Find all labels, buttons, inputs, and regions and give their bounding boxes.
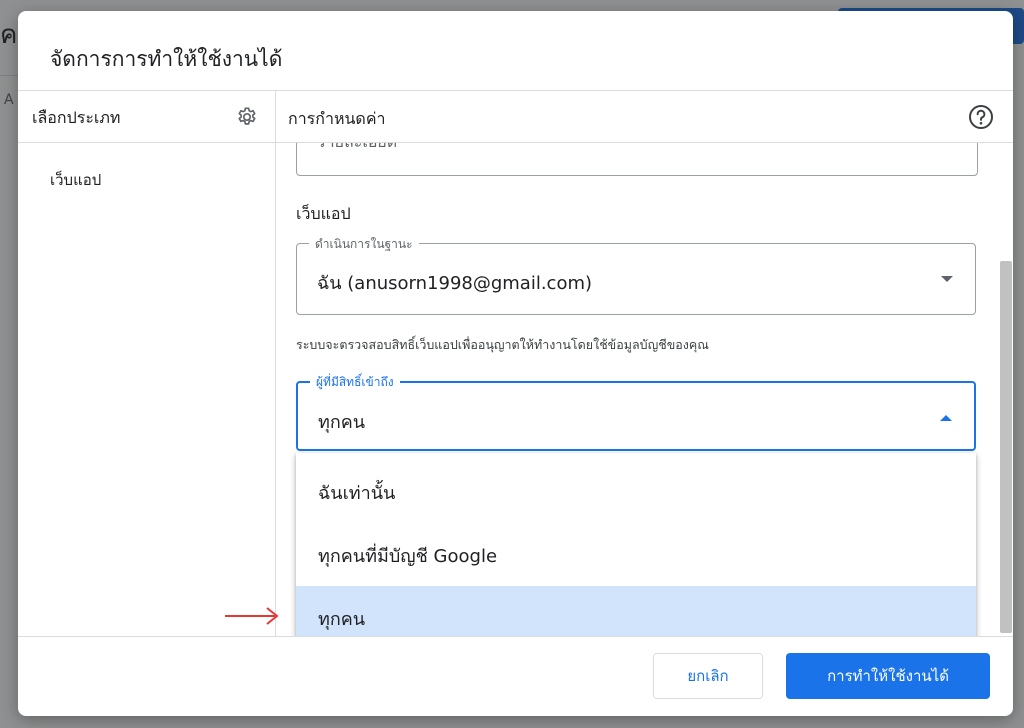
chevron-up-icon[interactable] — [940, 415, 952, 421]
web-app-section-title: เว็บแอป — [296, 204, 351, 223]
who-has-access-select[interactable]: ผู้ที่มีสิทธิ์เข้าถึง ทุกคน — [296, 373, 976, 451]
option-only-me[interactable]: ฉันเท่านั้น — [296, 460, 976, 522]
execute-as-helper-text: ระบบจะตรวจสอบสิทธิ์เว็บแอปเพื่ออนุญาตให้… — [296, 337, 709, 352]
option-label: ทุกคนที่มีบัญชี Google — [318, 546, 498, 567]
option-label: ทุกคน — [318, 609, 366, 630]
type-item-web-app[interactable]: เว็บแอป — [50, 168, 101, 192]
description-field[interactable]: รายละเอียด — [296, 143, 978, 176]
chevron-down-icon[interactable] — [941, 276, 953, 282]
description-field-text: รายละเอียด — [317, 143, 397, 155]
title-divider — [18, 90, 1013, 91]
configuration-header: การกำหนดค่า — [288, 109, 386, 128]
red-arrow-icon — [225, 607, 279, 625]
execute-as-select[interactable]: ดำเนินการในฐานะ ฉัน (anusorn1998@gmail.c… — [296, 235, 976, 315]
dialog-title: จัดการการทำให้ใช้งานได้ — [50, 47, 283, 71]
option-anyone-with-google-account[interactable]: ทุกคนที่มีบัญชี Google — [296, 523, 976, 585]
gear-icon[interactable] — [236, 106, 258, 128]
manage-deployments-dialog: จัดการการทำให้ใช้งานได้ เลือกประเภท เว็บ… — [18, 11, 1013, 716]
option-anyone[interactable]: ทุกคน — [296, 586, 976, 636]
configuration-scroll-area[interactable]: รายละเอียด เว็บแอป ดำเนินการในฐานะ ฉัน (… — [276, 143, 998, 636]
who-has-access-label: ผู้ที่มีสิทธิ์เข้าถึง — [310, 373, 400, 392]
scrollbar-thumb[interactable] — [1000, 261, 1012, 633]
execute-as-label: ดำเนินการในฐานะ — [309, 235, 419, 254]
option-label: ฉันเท่านั้น — [318, 483, 396, 504]
who-has-access-value: ทุกคน — [318, 412, 366, 433]
select-type-header: เลือกประเภท — [32, 108, 121, 127]
cancel-button[interactable]: ยกเลิก — [653, 653, 763, 699]
help-icon[interactable] — [968, 104, 994, 130]
execute-as-value: ฉัน (anusorn1998@gmail.com) — [317, 273, 593, 294]
footer-divider — [18, 636, 1013, 637]
who-has-access-menu: ฉันเท่านั้น ทุกคนที่มีบัญชี Google ทุกคน — [296, 453, 976, 636]
deploy-button[interactable]: การทำให้ใช้งานได้ — [786, 653, 990, 699]
